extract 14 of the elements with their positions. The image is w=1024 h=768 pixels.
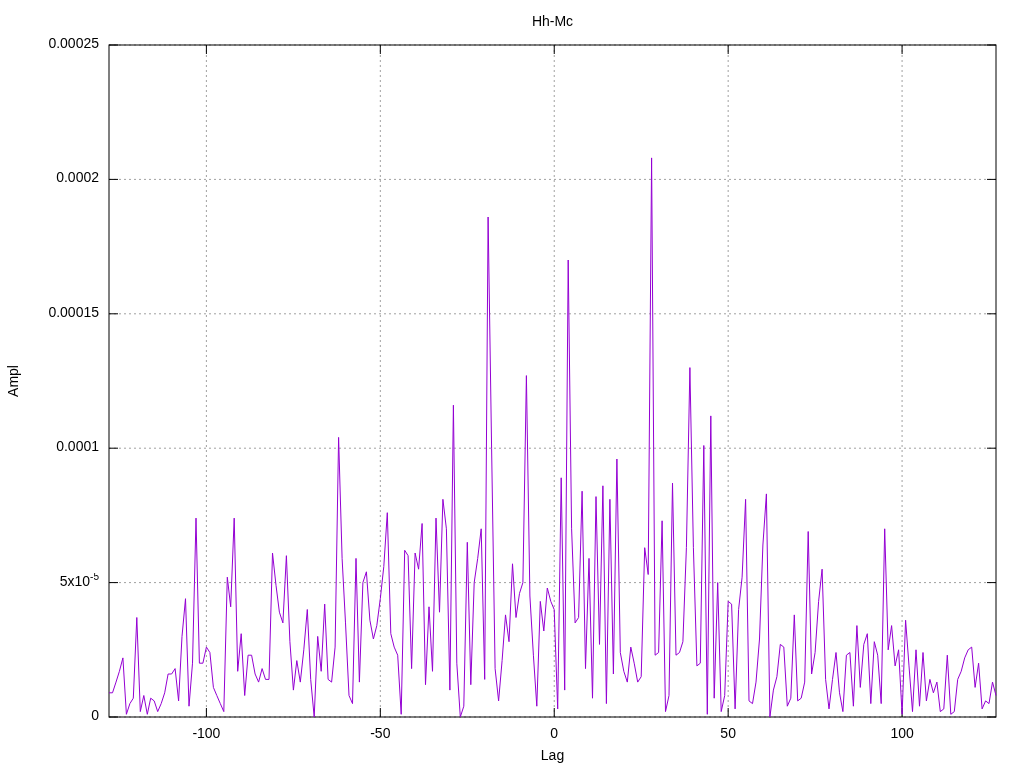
y-tick-label: 0.00015 (47, 303, 99, 320)
y-tick-label: 0.00025 (47, 35, 99, 51)
x-tick-label: -100 (192, 725, 221, 741)
x-tick-label: 50 (720, 725, 736, 741)
y-tick-label: 0.0002 (55, 169, 99, 186)
x-axis-label: Lag (540, 747, 565, 763)
y-tick-label: 0 (90, 707, 99, 723)
x-tick-label: 0 (550, 725, 559, 741)
y-tick-label: 5x10$^{-5}$ (58, 572, 99, 589)
chart-title: Hh-Mc (531, 13, 574, 29)
y-axis-label: Ampl (5, 365, 21, 397)
y-tick-label: 0.0001 (55, 438, 99, 455)
x-tick-label: -50 (370, 725, 391, 741)
x-tick-label: 100 (890, 725, 914, 741)
